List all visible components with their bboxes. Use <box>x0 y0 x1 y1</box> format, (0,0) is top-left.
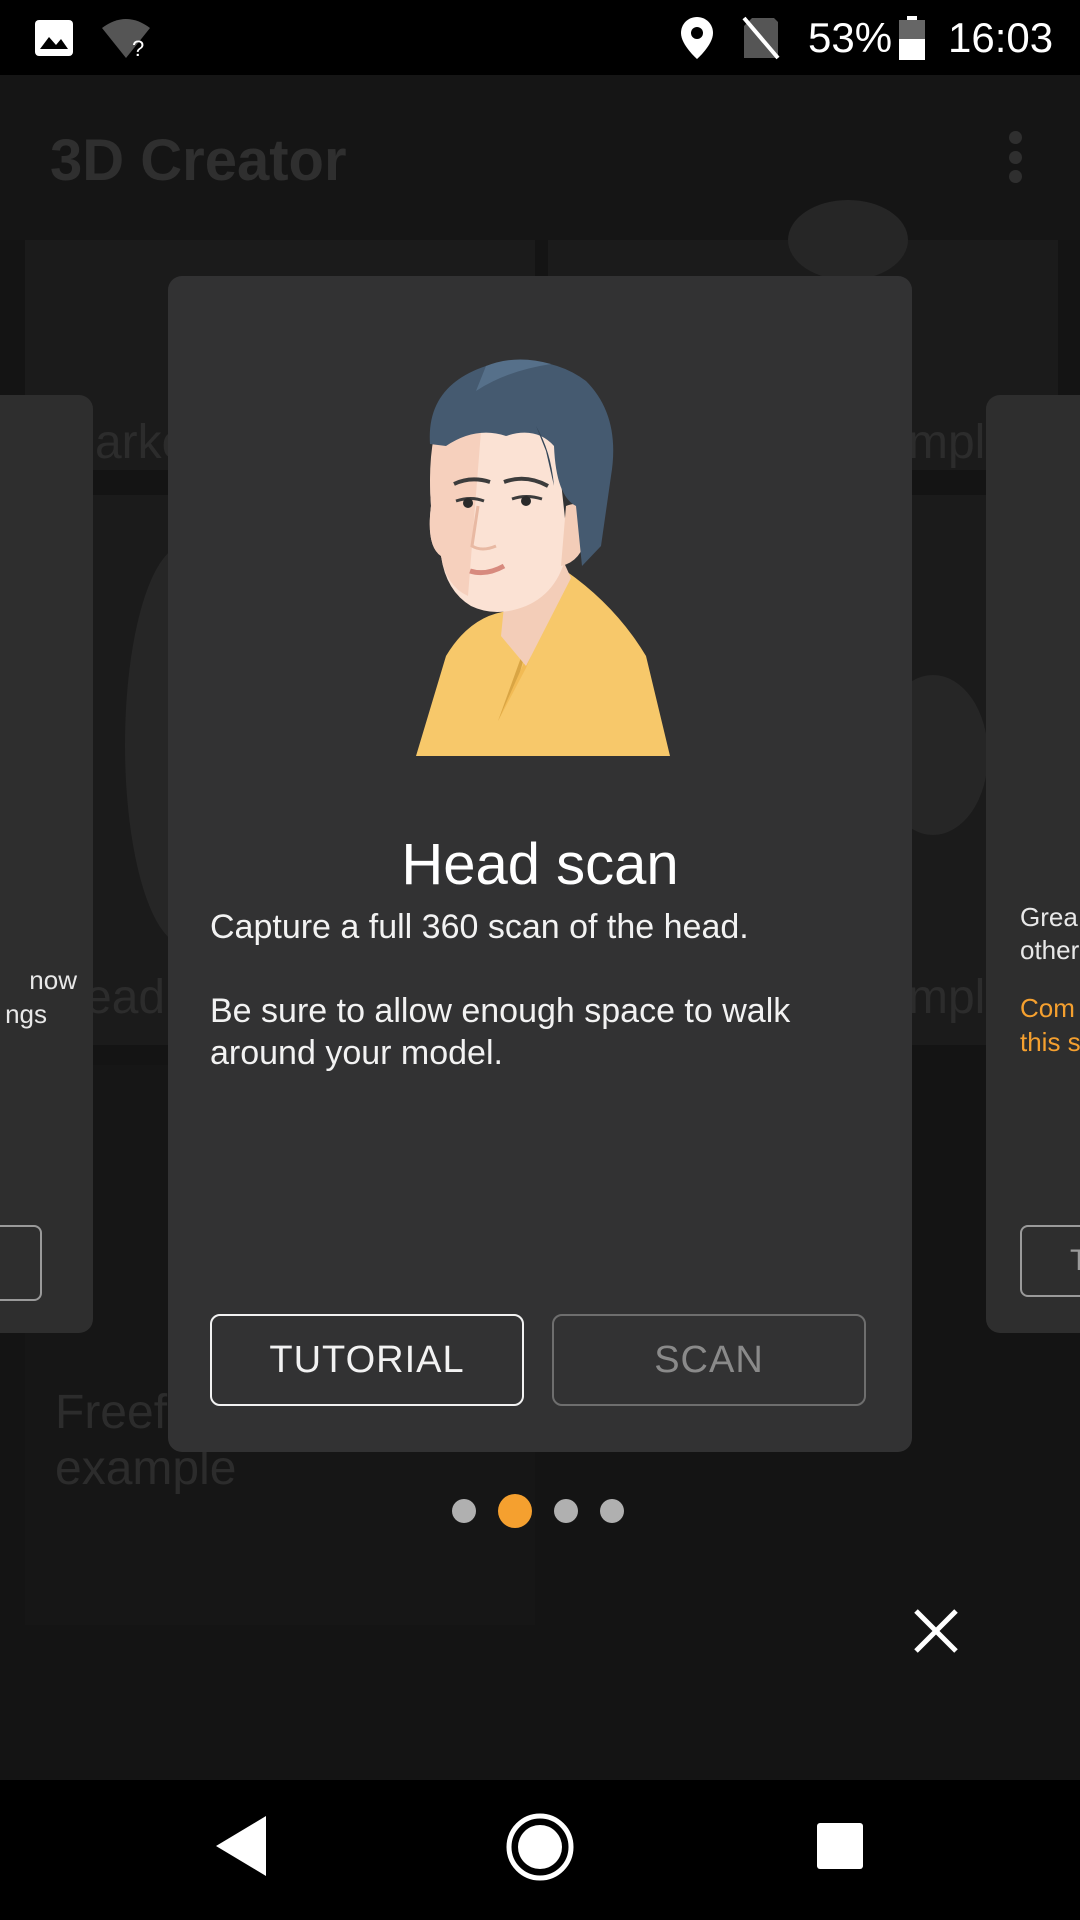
left-card-line: now <box>29 965 77 995</box>
page-dot[interactable] <box>554 1499 578 1523</box>
overflow-menu-icon <box>1008 131 1022 183</box>
battery-icon <box>898 0 926 75</box>
no-sim-icon <box>742 0 780 75</box>
right-card-highlight: this s <box>1020 1027 1080 1057</box>
navigation-bar <box>0 1780 1080 1920</box>
tutorial-button[interactable]: TUTORIAL <box>210 1314 524 1406</box>
page-dot[interactable] <box>600 1499 624 1523</box>
clock: 16:03 <box>948 13 1054 61</box>
page-dot[interactable] <box>452 1499 476 1523</box>
recents-icon[interactable] <box>816 1822 864 1875</box>
close-icon[interactable] <box>910 1605 962 1657</box>
right-card-button[interactable]: T <box>1020 1225 1080 1297</box>
wifi-unknown-icon: ? <box>100 0 152 75</box>
image-icon <box>34 0 74 75</box>
card-description: Be sure to allow enough space to walk ar… <box>210 992 791 1072</box>
app-bar: 3D Creator <box>0 75 1080 240</box>
scan-button[interactable]: SCAN <box>552 1314 866 1406</box>
status-bar: ? 53% 16:03 <box>0 0 1080 75</box>
home-icon[interactable] <box>506 1813 574 1886</box>
page-indicator <box>452 1494 624 1528</box>
svg-text:?: ? <box>132 36 144 60</box>
head-scan-card: Head scan Capture a full 360 scan of the… <box>168 276 912 1452</box>
left-card[interactable]: now ngs <box>0 395 93 1333</box>
page-dot-active[interactable] <box>498 1494 532 1528</box>
left-card-button[interactable] <box>0 1225 42 1301</box>
battery-percent: 53% <box>808 13 893 61</box>
card-description: Capture a full 360 scan of the head. <box>210 908 749 946</box>
head-illustration <box>386 356 686 756</box>
back-icon[interactable] <box>214 1814 268 1883</box>
card-title: Head scan <box>401 832 679 897</box>
right-card-line: other <box>1020 935 1080 965</box>
right-card[interactable]: Grea other Com this s T <box>986 395 1080 1333</box>
right-card-line: Grea <box>1020 902 1078 932</box>
right-card-highlight: Com <box>1020 993 1075 1023</box>
location-icon <box>680 0 714 75</box>
left-card-line: ngs <box>5 999 47 1029</box>
app-title: 3D Creator <box>50 128 347 193</box>
